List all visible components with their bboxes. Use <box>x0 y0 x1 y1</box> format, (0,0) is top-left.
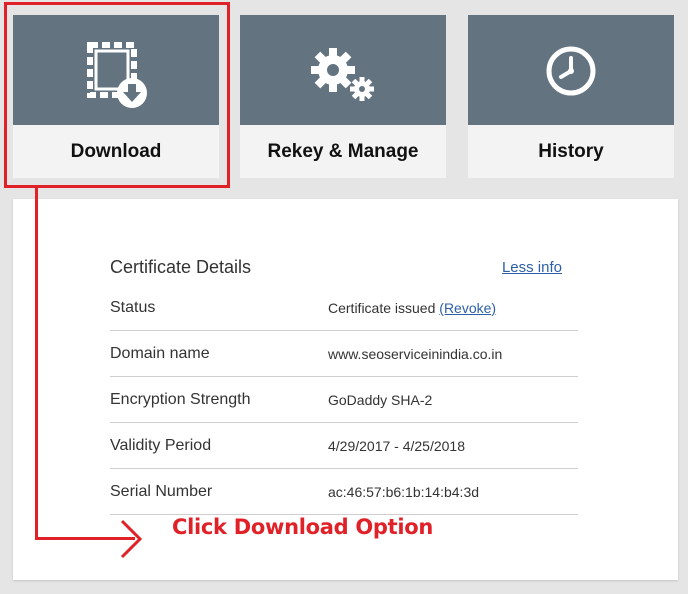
rekey-manage-tile[interactable]: Rekey & Manage <box>240 15 446 178</box>
less-info-link[interactable]: Less info <box>502 259 562 276</box>
row-label: Encryption Strength <box>110 391 251 408</box>
row-label: Status <box>110 299 156 316</box>
details-row-status: Status Certificate issued (Revoke) <box>110 285 578 331</box>
status-value: Certificate issued <box>328 300 436 316</box>
details-row-encryption: Encryption Strength GoDaddy SHA-2 <box>110 377 578 423</box>
rekey-tile-label: Rekey & Manage <box>267 140 419 162</box>
annotation-text: Click Download Option <box>172 515 434 539</box>
details-row-validity: Validity Period 4/29/2017 - 4/25/2018 <box>110 423 578 469</box>
history-tile-label: History <box>538 140 604 162</box>
annotation-line-vertical <box>35 188 38 540</box>
history-tile[interactable]: History <box>468 15 674 178</box>
details-row-domain: Domain name www.seoserviceinindia.co.in <box>110 331 578 377</box>
certificate-download-icon <box>87 42 147 108</box>
history-tile-header <box>468 15 674 125</box>
row-value: GoDaddy SHA-2 <box>328 392 433 408</box>
details-header: Certificate Details Less info <box>110 257 578 285</box>
details-title: Certificate Details <box>110 257 252 277</box>
row-value: www.seoserviceinindia.co.in <box>328 346 503 362</box>
download-tile[interactable]: Download <box>13 15 219 178</box>
row-label: Serial Number <box>110 483 213 500</box>
annotation-arrowhead-icon <box>120 519 143 559</box>
download-tile-header <box>13 15 219 125</box>
certificate-details: Certificate Details Less info Status Cer… <box>110 257 578 515</box>
download-tile-label: Download <box>70 140 162 162</box>
revoke-link[interactable]: (Revoke) <box>439 300 496 316</box>
row-label: Validity Period <box>110 437 212 454</box>
rekey-tile-header <box>240 15 446 125</box>
row-label: Domain name <box>110 345 210 362</box>
details-row-serial: Serial Number ac:46:57:b6:1b:14:b4:3d <box>110 469 578 515</box>
row-value: 4/29/2017 - 4/25/2018 <box>328 438 466 454</box>
row-value: Certificate issued (Revoke) <box>328 300 496 316</box>
row-value: ac:46:57:b6:1b:14:b4:3d <box>328 484 480 500</box>
clock-icon <box>546 46 596 96</box>
gears-icon <box>311 48 374 101</box>
